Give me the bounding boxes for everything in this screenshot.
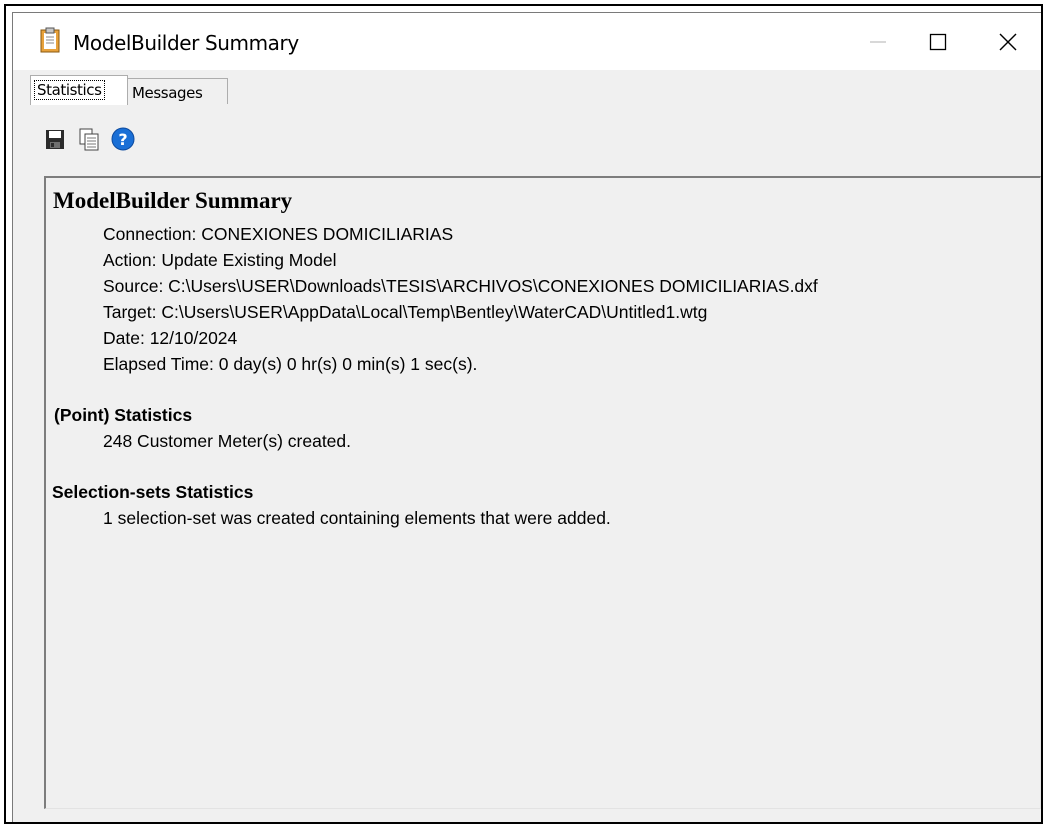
clipboard-icon [40,27,60,53]
report-target: Target: C:\Users\USER\AppData\Local\Temp… [103,302,708,322]
tab-statistics-label: Statistics [34,80,105,100]
selection-sets-heading: Selection-sets Statistics [52,482,254,502]
title-bar[interactable]: ModelBuilder Summary [13,13,1041,70]
report-title: ModelBuilder Summary [53,188,293,213]
dialog: ModelBuilder Summary Statistics Messages… [12,12,1041,822]
svg-text:?: ? [118,130,127,149]
tab-statistics[interactable]: Statistics [30,75,128,105]
close-icon [999,33,1017,51]
tab-strip: Statistics Messages [13,70,1041,114]
report-connection: Connection: CONEXIONES DOMICILIARIAS [103,224,454,244]
report-elapsed-time: Elapsed Time: 0 day(s) 0 hr(s) 0 min(s) … [103,354,478,374]
point-statistics-heading: (Point) Statistics [54,405,193,425]
point-statistics-line: 248 Customer Meter(s) created. [103,431,352,451]
selection-sets-line: 1 selection-set was created containing e… [103,508,611,528]
tab-messages[interactable]: Messages [128,78,228,104]
help-icon[interactable]: ? [110,126,136,152]
save-icon[interactable] [42,126,68,152]
summary-report-panel: ModelBuilder Summary Connection: CONEXIO… [44,176,1041,809]
report-source: Source: C:\Users\USER\Downloads\TESIS\AR… [103,276,818,296]
toolbar: ? [13,114,1041,174]
window-frame: ModelBuilder Summary Statistics Messages… [4,4,1043,824]
maximize-button[interactable] [908,13,968,70]
maximize-icon [929,33,947,51]
copy-icon[interactable] [76,126,102,152]
window-title: ModelBuilder Summary [73,31,299,55]
minimize-icon [870,41,886,43]
report-action: Action: Update Existing Model [103,250,337,270]
minimize-button[interactable] [848,13,908,70]
report-date: Date: 12/10/2024 [103,328,238,348]
tab-messages-label: Messages [132,84,203,102]
close-button[interactable] [978,13,1038,70]
